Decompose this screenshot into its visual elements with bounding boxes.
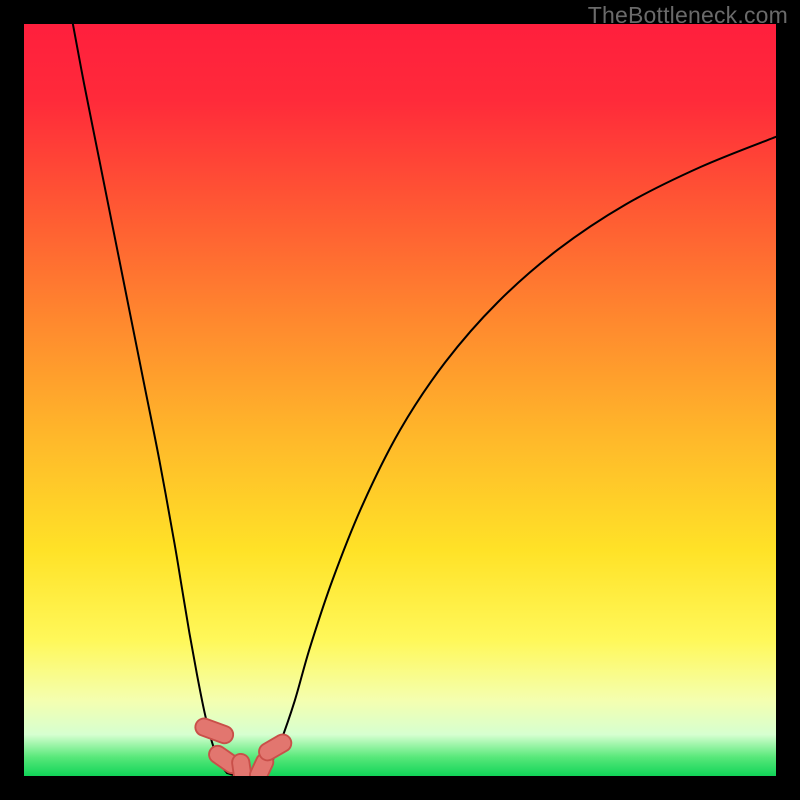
- chart-frame: [24, 24, 776, 776]
- chart-background: [24, 24, 776, 776]
- bottleneck-chart: [24, 24, 776, 776]
